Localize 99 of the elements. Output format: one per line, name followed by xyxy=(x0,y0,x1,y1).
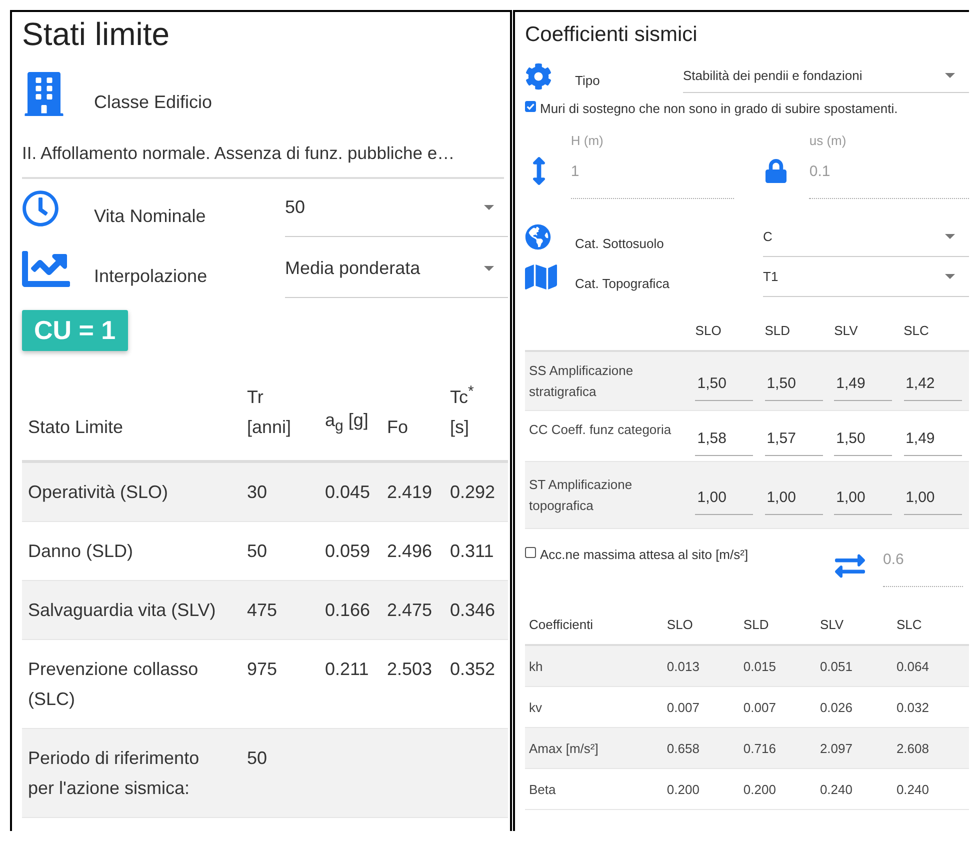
column-header: Stato Limite xyxy=(28,416,124,439)
field-label: Classe Edificio xyxy=(94,92,214,112)
table-cell: 50 xyxy=(247,541,268,561)
table-cell: 0.346 xyxy=(450,600,496,620)
column-header: Tr [anni] xyxy=(247,386,292,439)
input-field[interactable]: 1,49 xyxy=(834,365,892,401)
table-cell: Periodo di riferimento per l'azione sismica: xyxy=(28,748,200,798)
checkbox[interactable] xyxy=(525,101,536,112)
table-cell: 0.026 xyxy=(820,700,852,714)
table-cell: 0.064 xyxy=(896,658,929,674)
field-label: Cat. Topografica xyxy=(575,276,670,290)
field-label: Cat. Sottosuolo xyxy=(575,236,665,250)
table-cell: 0.051 xyxy=(820,658,852,674)
field-label: Interpolazione xyxy=(94,266,208,287)
caret-icon xyxy=(945,234,955,239)
table-cell: 475 xyxy=(247,600,278,620)
dropdown[interactable]: C xyxy=(763,218,969,256)
dropdown[interactable]: 50 xyxy=(285,180,508,236)
table-cell: Salvaguardia vita (SLV) xyxy=(28,600,216,620)
table-cell: 30 xyxy=(247,482,268,502)
dropdown[interactable]: Stabilità dei pendii e fondazioni xyxy=(683,60,969,92)
table-cell: kh xyxy=(529,658,543,674)
row-label: ST Amplificazione topografica xyxy=(529,477,632,513)
column-header: SLD xyxy=(743,617,769,632)
checkbox-label: Acc.ne massima attesa al sito [m/s²] xyxy=(540,547,748,562)
column-header: Tc$^{*}$ [s] xyxy=(450,382,474,439)
table-cell: 0.045 xyxy=(325,482,370,502)
column-header: Fo xyxy=(387,416,408,439)
dropdown[interactable]: Media ponderata xyxy=(285,239,508,298)
checkbox-label: Muri di sostegno che non sono in grado di subire spostamenti. xyxy=(540,101,898,116)
column-header: SLC xyxy=(896,617,922,632)
globe-icon xyxy=(525,224,551,250)
clock-icon xyxy=(22,190,59,226)
table-cell: 0.200 xyxy=(666,782,700,796)
table-cell: Danno (SLD) xyxy=(28,541,134,561)
input-field[interactable]: 1,00 xyxy=(695,479,754,515)
column-header: SLC xyxy=(904,323,929,338)
table-cell: 0.032 xyxy=(896,700,929,714)
caret-icon xyxy=(484,205,494,210)
column-header: SLV xyxy=(820,617,844,632)
input-field[interactable]: 1,49 xyxy=(904,420,962,456)
table-cell: 0.013 xyxy=(666,658,700,674)
table-cell: 50 xyxy=(247,748,268,768)
table-cell: Amax [m/s²] xyxy=(529,740,598,756)
input-field[interactable]: 1,42 xyxy=(904,365,962,401)
table-cell: Operatività (SLO) xyxy=(28,482,168,502)
table-cell: Prevenzione collasso (SLC) xyxy=(28,659,198,709)
caret-icon xyxy=(945,274,955,279)
input-field[interactable]: 1,50 xyxy=(764,365,823,401)
table-cell: 0.166 xyxy=(325,600,370,620)
table-cell: 0.311 xyxy=(450,541,494,561)
table-cell: 2.608 xyxy=(896,740,929,756)
caret-icon xyxy=(484,266,494,270)
table-cell: 0.240 xyxy=(896,782,929,796)
column-header: SLV xyxy=(834,323,858,338)
table-cell: 0.200 xyxy=(743,782,776,796)
panel-title: Stati limite xyxy=(22,16,171,53)
input-field[interactable]: 1,00 xyxy=(764,479,823,515)
row-label: CC Coeff. funz categoria xyxy=(529,422,672,437)
input-field[interactable]: 1,00 xyxy=(904,479,962,515)
lock-icon xyxy=(764,159,788,183)
input-field[interactable]: 1,50 xyxy=(834,420,892,456)
column-header: SLD xyxy=(764,323,790,338)
column-header: SLO xyxy=(666,617,693,632)
table-cell: 0.716 xyxy=(743,740,776,756)
field-label: Tipo xyxy=(575,72,601,88)
input-field[interactable]: 1,50 xyxy=(695,365,754,401)
table-cell: 2.496 xyxy=(387,541,432,561)
row-label: SS Amplificazione stratigrafica xyxy=(529,363,634,399)
table-cell: 0.007 xyxy=(666,700,700,714)
input-field[interactable]: 1,00 xyxy=(834,479,892,515)
table-cell: 0.240 xyxy=(820,782,852,796)
panel-title: Coefficienti sismici xyxy=(525,23,698,47)
table-cell: 2.475 xyxy=(387,600,432,620)
table-cell: 0.658 xyxy=(666,740,700,756)
table-cell: 0.007 xyxy=(743,700,776,714)
table-cell: 2.097 xyxy=(820,740,852,756)
table-cell: 0.352 xyxy=(450,659,496,679)
caret-icon xyxy=(945,73,955,78)
table-cell: 0.292 xyxy=(450,482,496,502)
column-header: a$_{g}$ [g] xyxy=(325,409,368,437)
settings-icon xyxy=(525,62,552,90)
column-header: Coefficienti xyxy=(529,617,594,632)
input-field[interactable]: 1,58 xyxy=(695,420,754,456)
column-header: SLO xyxy=(695,323,722,338)
table-cell: 0.059 xyxy=(325,541,370,561)
table-cell: 2.419 xyxy=(387,482,432,502)
cu-badge: CU = 1 xyxy=(22,310,128,351)
table-cell: 975 xyxy=(247,659,278,679)
table-cell: 2.503 xyxy=(387,659,432,679)
building-icon xyxy=(22,72,66,116)
table-cell: Beta xyxy=(529,782,556,796)
table-cell: kv xyxy=(529,700,542,714)
table-cell: 0.015 xyxy=(743,658,776,674)
table-cell: 0.211 xyxy=(325,659,369,679)
field-label: Vita Nominale xyxy=(94,206,207,226)
input-field[interactable]: 1,57 xyxy=(764,420,823,456)
dropdown[interactable]: II. Affollamento normale. Assenza di funz. pubbliche e… xyxy=(22,129,504,179)
dropdown[interactable]: T1 xyxy=(763,258,969,296)
